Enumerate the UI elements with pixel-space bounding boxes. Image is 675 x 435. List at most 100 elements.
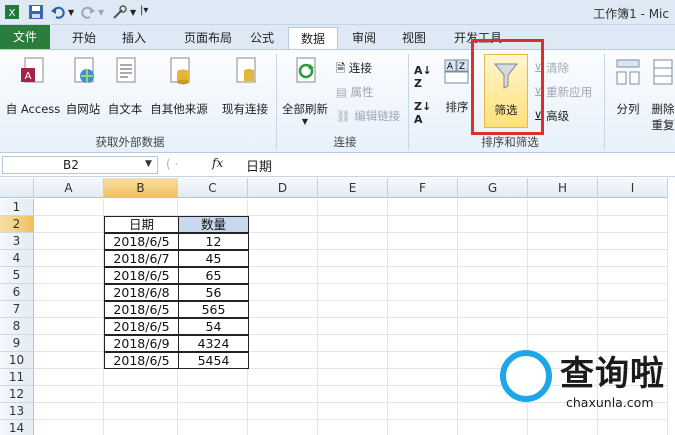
- connections-button[interactable]: 🗎 连接: [336, 60, 372, 80]
- row-header-2[interactable]: 2: [0, 216, 34, 233]
- row-header-14[interactable]: 14: [0, 420, 34, 435]
- grid-cell[interactable]: [104, 369, 178, 386]
- grid-cell[interactable]: [598, 250, 668, 267]
- row-header-5[interactable]: 5: [0, 267, 34, 284]
- grid-cell[interactable]: [34, 267, 104, 284]
- grid-cell[interactable]: [528, 267, 598, 284]
- grid-cell[interactable]: [248, 233, 318, 250]
- grid-cell[interactable]: [178, 386, 248, 403]
- grid-cell[interactable]: [598, 216, 668, 233]
- redo-dropdown-icon[interactable]: ▼: [98, 8, 104, 24]
- column-header-G[interactable]: G: [458, 178, 528, 198]
- grid-cell[interactable]: [34, 403, 104, 420]
- table-cell[interactable]: 2018/6/8: [104, 284, 179, 301]
- grid-cell[interactable]: [178, 403, 248, 420]
- grid-cell[interactable]: [388, 216, 458, 233]
- grid-cell[interactable]: [598, 284, 668, 301]
- grid-cell[interactable]: [34, 216, 104, 233]
- table-cell[interactable]: 5454: [178, 352, 249, 369]
- row-header-10[interactable]: 10: [0, 352, 34, 369]
- column-header-F[interactable]: F: [388, 178, 458, 198]
- customize-qat-icon[interactable]: |▾: [140, 5, 148, 21]
- grid-cell[interactable]: [528, 199, 598, 216]
- grid-cell[interactable]: [248, 420, 318, 435]
- grid-cell[interactable]: [104, 403, 178, 420]
- table-cell[interactable]: 4324: [178, 335, 249, 352]
- grid-cell[interactable]: [248, 199, 318, 216]
- refresh-all-button[interactable]: 全部刷新 ▼: [280, 56, 330, 126]
- grid-cell[interactable]: [178, 369, 248, 386]
- redo-icon[interactable]: [80, 4, 96, 20]
- formula-value[interactable]: 日期: [246, 156, 272, 175]
- grid-cell[interactable]: [34, 369, 104, 386]
- sort-button[interactable]: AZ 排序: [440, 56, 474, 115]
- grid-cell[interactable]: [318, 335, 388, 352]
- grid-cell[interactable]: [248, 403, 318, 420]
- grid-cell[interactable]: [388, 369, 458, 386]
- column-header-I[interactable]: I: [598, 178, 668, 198]
- grid-cell[interactable]: [458, 301, 528, 318]
- row-header-13[interactable]: 13: [0, 403, 34, 420]
- grid-cell[interactable]: [528, 284, 598, 301]
- grid-cell[interactable]: [388, 403, 458, 420]
- grid-cell[interactable]: [34, 301, 104, 318]
- grid-cell[interactable]: [34, 199, 104, 216]
- grid-cell[interactable]: [248, 386, 318, 403]
- table-cell[interactable]: 2018/6/7: [104, 250, 179, 267]
- grid-cell[interactable]: [248, 301, 318, 318]
- grid-cell[interactable]: [248, 250, 318, 267]
- column-header-A[interactable]: A: [34, 178, 104, 198]
- row-header-9[interactable]: 9: [0, 335, 34, 352]
- grid-cell[interactable]: [458, 403, 528, 420]
- from-access-button[interactable]: A 自 Access: [2, 56, 64, 117]
- column-header-E[interactable]: E: [318, 178, 388, 198]
- row-header-6[interactable]: 6: [0, 284, 34, 301]
- grid-cell[interactable]: [388, 420, 458, 435]
- grid-cell[interactable]: [34, 352, 104, 369]
- select-all-corner[interactable]: [0, 178, 34, 198]
- grid-cell[interactable]: [528, 233, 598, 250]
- tab-home[interactable]: 开始: [62, 27, 106, 49]
- from-other-sources-button[interactable]: 自其他来源: [146, 56, 212, 117]
- grid-cell[interactable]: [104, 420, 178, 435]
- table-cell[interactable]: 2018/6/5: [104, 352, 179, 369]
- grid-cell[interactable]: [318, 301, 388, 318]
- grid-cell[interactable]: [528, 216, 598, 233]
- tools-dropdown-icon[interactable]: ▼: [130, 8, 136, 24]
- grid-cell[interactable]: [178, 199, 248, 216]
- grid-cell[interactable]: [34, 284, 104, 301]
- table-cell[interactable]: 56: [178, 284, 249, 301]
- grid-cell[interactable]: [34, 233, 104, 250]
- table-cell[interactable]: 2018/6/5: [104, 301, 179, 318]
- text-to-columns-button[interactable]: 分列: [610, 56, 646, 117]
- table-cell[interactable]: 2018/6/9: [104, 335, 179, 352]
- table-header-cell[interactable]: 数量: [178, 216, 249, 233]
- grid-cell[interactable]: [318, 352, 388, 369]
- grid-cell[interactable]: [34, 318, 104, 335]
- grid-cell[interactable]: [528, 301, 598, 318]
- tab-file[interactable]: 文件: [0, 25, 50, 49]
- grid-cell[interactable]: [248, 216, 318, 233]
- grid-cell[interactable]: [528, 420, 598, 435]
- grid-cell[interactable]: [318, 250, 388, 267]
- table-cell[interactable]: 2018/6/5: [104, 267, 179, 284]
- refresh-dropdown-icon[interactable]: ▼: [280, 117, 330, 126]
- grid-cell[interactable]: [388, 318, 458, 335]
- grid-cell[interactable]: [598, 199, 668, 216]
- properties-button[interactable]: ▤ 属性: [336, 84, 374, 100]
- grid-cell[interactable]: [388, 199, 458, 216]
- grid-cell[interactable]: [598, 267, 668, 284]
- grid-cell[interactable]: [318, 386, 388, 403]
- grid-cell[interactable]: [248, 267, 318, 284]
- grid-cell[interactable]: [318, 284, 388, 301]
- grid-cell[interactable]: [458, 250, 528, 267]
- grid-cell[interactable]: [458, 284, 528, 301]
- tab-view[interactable]: 视图: [392, 27, 436, 49]
- table-cell[interactable]: 565: [178, 301, 249, 318]
- grid-cell[interactable]: [528, 318, 598, 335]
- row-header-1[interactable]: 1: [0, 199, 34, 216]
- grid-cell[interactable]: [458, 233, 528, 250]
- grid-cell[interactable]: [248, 284, 318, 301]
- column-header-C[interactable]: C: [178, 178, 248, 198]
- sort-desc-icon[interactable]: Z↓ A: [414, 100, 431, 126]
